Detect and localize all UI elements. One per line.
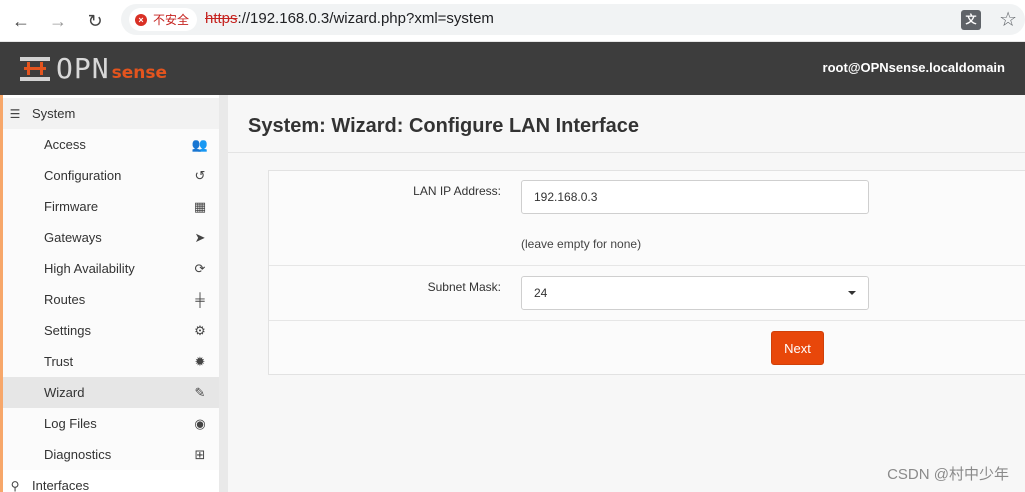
user-menu[interactable]: root@OPNsense.localdomain xyxy=(823,60,1005,75)
signpost-icon: ╪ xyxy=(195,292,205,307)
sidebar-item-label: Diagnostics xyxy=(44,447,112,462)
sidebar-item-access[interactable]: Access 👥 xyxy=(0,129,219,160)
sidebar-item-label: Gateways xyxy=(44,230,102,245)
users-icon: 👥 xyxy=(191,136,209,152)
cogs-icon: ⚙ xyxy=(194,322,206,338)
sidebar-item-label: Settings xyxy=(44,323,91,338)
sidebar-item-label: High Availability xyxy=(44,261,135,276)
lan-ip-hint: (leave empty for none) xyxy=(521,237,642,251)
certificate-icon: ✹ xyxy=(194,353,206,369)
sidebar-accent-strip xyxy=(0,95,3,492)
eye-icon: ◉ xyxy=(194,415,206,431)
form-row-actions: Next xyxy=(269,321,1025,376)
sidebar-item-high-availability[interactable]: High Availability ⟳ xyxy=(0,253,219,284)
app-header: OPN sense root@OPNsense.localdomain xyxy=(0,42,1025,95)
opnsense-logo[interactable]: OPN sense xyxy=(20,54,167,84)
sidebar-section-system[interactable]: ☰ System xyxy=(0,98,219,129)
forward-arrow-icon[interactable]: → xyxy=(43,6,73,36)
lan-ip-input[interactable] xyxy=(521,180,869,214)
medkit-icon: ⊞ xyxy=(194,446,206,462)
security-chip[interactable]: × 不安全 xyxy=(129,8,198,31)
location-arrow-icon: ➤ xyxy=(194,229,206,245)
sidebar-item-label: Access xyxy=(44,137,86,152)
bookmark-star-icon[interactable]: ☆ xyxy=(999,7,1017,32)
url-scheme: https xyxy=(205,10,238,27)
sidebar-item-log-files[interactable]: Log Files ◉ xyxy=(0,408,219,439)
sidebar-item-label: Firmware xyxy=(44,199,99,214)
sidebar-item-label: Trust xyxy=(44,354,74,369)
back-arrow-icon[interactable]: ← xyxy=(6,6,36,36)
opnsense-logo-mark-icon xyxy=(20,55,50,83)
sidebar-section-label: Interfaces xyxy=(32,478,90,492)
subnet-mask-value: 24 xyxy=(534,286,548,300)
address-bar[interactable]: × 不安全 https://192.168.0.3/wizard.php?xml… xyxy=(121,4,1025,35)
sidebar-item-wizard[interactable]: Wizard ✎ xyxy=(0,377,219,408)
translate-icon[interactable]: 文 xyxy=(961,10,981,30)
sitemap-icon: ⚲ xyxy=(10,478,20,492)
logo-text-sense: sense xyxy=(111,63,167,83)
warning-icon: × xyxy=(135,13,147,26)
security-label: 不安全 xyxy=(153,13,190,27)
lan-ip-label: LAN IP Address: xyxy=(413,184,501,198)
sidebar-item-settings[interactable]: Settings ⚙ xyxy=(0,315,219,346)
wizard-form: LAN IP Address: (leave empty for none) S… xyxy=(268,170,1025,375)
sidebar-item-firmware[interactable]: Firmware ▦ xyxy=(0,191,219,222)
page-title: System: Wizard: Configure LAN Interface xyxy=(248,115,639,137)
sidebar-item-label: Routes xyxy=(44,292,86,307)
browser-toolbar: ← → ↻ × 不安全 https://192.168.0.3/wizard.p… xyxy=(0,0,1025,42)
reload-icon[interactable]: ↻ xyxy=(80,6,110,36)
sidebar-item-label: Log Files xyxy=(44,416,97,431)
sidebar-scrollbar[interactable] xyxy=(219,95,228,492)
form-row-subnet: Subnet Mask: 24 xyxy=(269,266,1025,321)
sidebar-item-configuration[interactable]: Configuration ↺ xyxy=(0,160,219,191)
url-rest: ://192.168.0.3/wizard.php?xml=system xyxy=(237,10,494,27)
sidebar-item-routes[interactable]: Routes ╪ xyxy=(0,284,219,315)
refresh-icon: ⟳ xyxy=(194,260,206,276)
sidebar-item-trust[interactable]: Trust ✹ xyxy=(0,346,219,377)
next-button[interactable]: Next xyxy=(771,331,824,365)
sidebar-section-interfaces[interactable]: ⚲ Interfaces xyxy=(0,470,219,492)
logo-text-opn: OPN xyxy=(56,52,110,85)
sidebar-item-gateways[interactable]: Gateways ➤ xyxy=(0,222,219,253)
caret-down-icon xyxy=(848,291,856,295)
main-content: LAN IP Address: (leave empty for none) S… xyxy=(228,153,1025,492)
page-header: System: Wizard: Configure LAN Interface xyxy=(228,95,1025,153)
url-text[interactable]: https://192.168.0.3/wizard.php?xml=syste… xyxy=(205,10,494,27)
history-icon: ↺ xyxy=(194,167,206,183)
form-row-lan-ip: LAN IP Address: (leave empty for none) xyxy=(269,171,1025,266)
watermark: CSDN @村中少年 xyxy=(887,466,1009,483)
server-icon: ☰ xyxy=(9,106,21,121)
sidebar-section-label: System xyxy=(32,106,76,121)
sidebar-item-label: Wizard xyxy=(44,385,85,400)
magic-wand-icon: ✎ xyxy=(194,384,206,400)
subnet-mask-select[interactable]: 24 xyxy=(521,276,869,310)
sidebar-item-diagnostics[interactable]: Diagnostics ⊞ xyxy=(0,439,219,470)
sidebar: ☰ System Access 👥 Configuration ↺ Firmwa… xyxy=(0,95,219,492)
building-icon: ▦ xyxy=(193,198,207,214)
sidebar-item-label: Configuration xyxy=(44,168,122,183)
subnet-mask-label: Subnet Mask: xyxy=(427,280,501,294)
